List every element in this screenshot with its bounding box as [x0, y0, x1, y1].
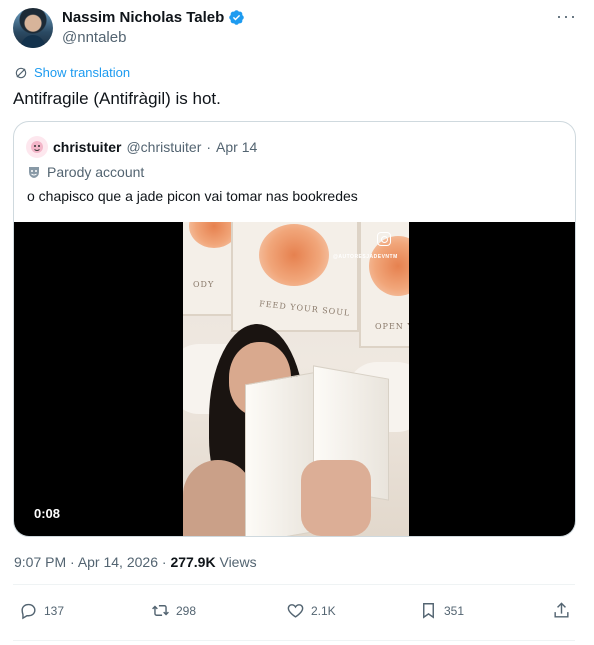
watermark-handle: @AUTORESJADEVNTM [333, 254, 398, 260]
tweet-text: Antifragile (Antifràgil) is hot. [13, 89, 221, 108]
more-options-icon[interactable]: ··· [556, 6, 577, 27]
retweet-icon [152, 605, 169, 616]
poster-left: ODY [183, 222, 239, 316]
parody-badge-label: Parody account [47, 164, 145, 180]
video-duration: 0:08 [28, 505, 67, 522]
quoted-tweet-text: o chapisco que a jade picon vai tomar na… [27, 188, 358, 204]
divider-bottom [13, 640, 575, 641]
views-label: Views [215, 554, 257, 570]
retweet-button[interactable]: 298 [151, 601, 196, 620]
poster-center: FEED YOUR SOUL [231, 222, 359, 332]
meta-sep-1: · [66, 554, 78, 570]
parody-badge: Parody account [27, 164, 144, 180]
quoted-handle: @christuiter [126, 139, 202, 155]
poster-center-text: FEED YOUR SOUL [258, 299, 351, 318]
show-translation[interactable]: Show translation [14, 65, 130, 80]
quoted-dot: · [206, 139, 212, 155]
like-count: 2.1K [311, 603, 336, 618]
instagram-icon [377, 232, 391, 246]
author-name-row: Nassim Nicholas Taleb [62, 9, 245, 26]
meta-sep-2: · [157, 554, 171, 570]
like-button[interactable]: 2.1K [286, 601, 336, 620]
person-hand [301, 460, 371, 536]
reply-count: 137 [44, 603, 65, 618]
tweet-date[interactable]: Apr 14, 2026 [78, 554, 158, 570]
quoted-tweet[interactable]: christuiter @christuiter · Apr 14 Parody… [13, 121, 576, 537]
video-player[interactable]: ODY FEED YOUR SOUL OPEN YO @AUTORE [14, 222, 575, 536]
poster-left-text: ODY [193, 280, 215, 289]
verified-badge-icon [229, 10, 245, 25]
heart-icon [287, 604, 304, 618]
quoted-display-name: christuiter [53, 139, 122, 155]
video-frame: ODY FEED YOUR SOUL OPEN YO @AUTORE [183, 222, 409, 536]
reply-button[interactable]: 137 [19, 601, 64, 620]
tweet-meta: 9:07 PM · Apr 14, 2026 · 277.9K Views [14, 554, 257, 570]
quoted-date: Apr 14 [216, 139, 258, 155]
quoted-avatar-icon [31, 141, 43, 153]
views-count: 277.9K [170, 554, 216, 570]
author-avatar[interactable] [13, 8, 53, 48]
divider-top [13, 584, 575, 585]
bookmark-button[interactable]: 351 [419, 601, 464, 620]
bookmark-count: 351 [444, 603, 465, 618]
author-handle[interactable]: @nntaleb [62, 29, 126, 46]
poster-right-text: OPEN YO [375, 322, 409, 331]
retweet-count: 298 [176, 603, 197, 618]
person-shoulder [183, 460, 253, 536]
share-icon [554, 602, 569, 618]
tweet-time[interactable]: 9:07 PM [14, 554, 66, 570]
reply-icon [21, 603, 36, 620]
author-display-name[interactable]: Nassim Nicholas Taleb [62, 9, 224, 26]
parody-mask-icon [29, 167, 39, 178]
quoted-tweet-header: christuiter @christuiter · Apr 14 [26, 136, 257, 158]
quoted-avatar [26, 136, 48, 158]
translate-icon [15, 67, 27, 78]
bookmark-icon [423, 603, 434, 619]
show-translation-link[interactable]: Show translation [34, 65, 130, 80]
share-button[interactable] [552, 601, 571, 620]
